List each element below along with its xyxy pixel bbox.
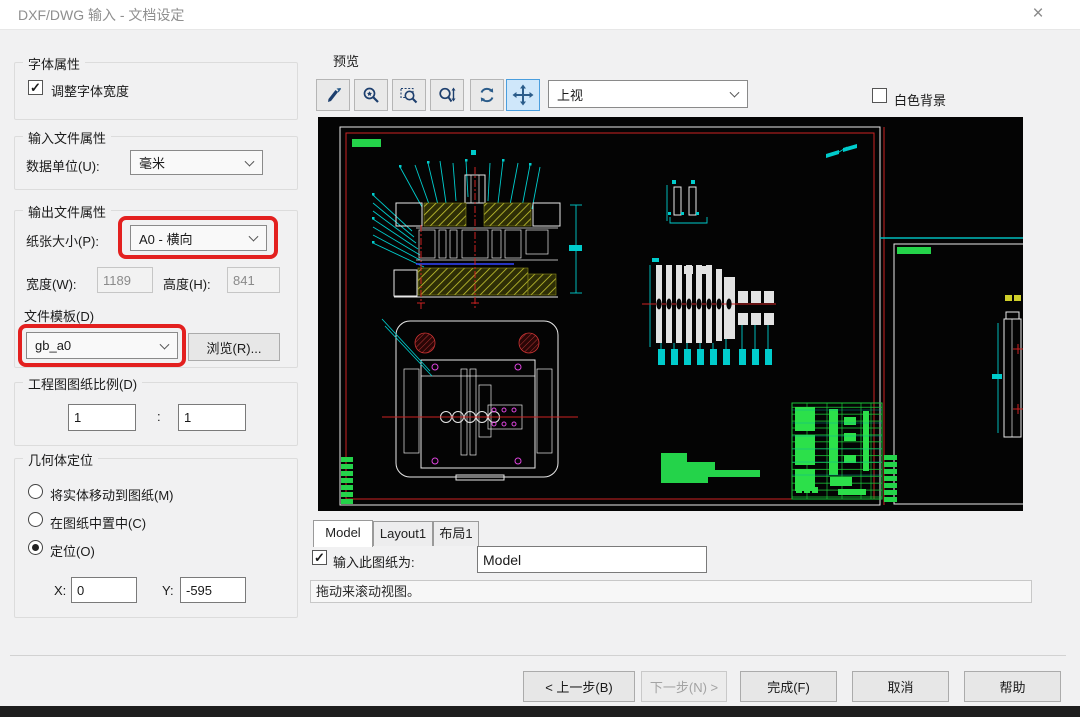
x-field[interactable] — [71, 577, 137, 603]
output-file-title: 输出文件属性 — [23, 202, 111, 221]
radio-position[interactable] — [28, 540, 43, 555]
data-units-select[interactable]: 毫米 — [130, 150, 263, 175]
paper-size-select[interactable]: A0 - 横向 — [130, 225, 267, 251]
browse-button[interactable]: 浏览(R)... — [188, 333, 280, 361]
dxf-dwg-import-dialog: DXF/DWG 输入 - 文档设定 × 字体属性 调整字体宽度 输入文件属性 数… — [0, 0, 1080, 717]
sheet-name-input[interactable] — [477, 546, 707, 573]
zoom-to-selection-icon — [323, 85, 343, 105]
view-orientation-value: 上视 — [557, 85, 583, 104]
zoom-in-out-icon — [437, 85, 457, 105]
zoom-to-fit-button[interactable] — [354, 79, 388, 111]
preview-drawing — [318, 117, 1023, 511]
radio-move-to-sheet-label: 将实体移动到图纸(M) — [50, 485, 174, 504]
close-icon[interactable]: × — [1020, 0, 1056, 30]
height-label: 高度(H): — [163, 274, 211, 293]
scale-separator: : — [157, 409, 161, 424]
zoom-to-area-icon — [399, 85, 419, 105]
chevron-down-icon — [160, 339, 170, 349]
zoom-to-area-button[interactable] — [392, 79, 426, 111]
refresh-view-button[interactable] — [470, 79, 504, 111]
screen-bottom-edge — [0, 706, 1080, 717]
y-field[interactable] — [180, 577, 246, 603]
next-button[interactable]: 下一步(N) > — [641, 671, 727, 702]
chevron-down-icon — [730, 88, 740, 98]
pan-button[interactable] — [506, 79, 540, 111]
zoom-to-fit-icon — [361, 85, 381, 105]
chevron-down-icon — [245, 156, 255, 166]
radio-position-label: 定位(O) — [50, 541, 95, 560]
chevron-down-icon — [249, 232, 259, 242]
width-field[interactable] — [97, 267, 153, 293]
adjust-font-width-checkbox[interactable] — [28, 80, 43, 95]
width-label: 宽度(W): — [26, 274, 77, 293]
data-units-label: 数据单位(U): — [26, 156, 100, 175]
back-button[interactable]: < 上一步(B) — [523, 671, 635, 702]
white-background-checkbox[interactable] — [872, 88, 887, 103]
paper-size-label: 纸张大小(P): — [26, 231, 99, 250]
data-units-value: 毫米 — [139, 153, 165, 172]
template-label: 文件模板(D) — [24, 306, 94, 325]
template-select[interactable]: gb_a0 — [26, 332, 178, 359]
paper-size-value: A0 - 横向 — [139, 229, 192, 248]
tab-model[interactable]: Model — [313, 520, 373, 547]
refresh-view-icon — [477, 85, 497, 105]
cancel-button[interactable]: 取消 — [852, 671, 949, 702]
y-label: Y: — [162, 583, 174, 598]
white-background-label: 白色背景 — [894, 90, 946, 109]
scale-group: 工程图图纸比例(D) — [14, 382, 298, 446]
adjust-font-width-label: 调整字体宽度 — [51, 81, 129, 100]
pan-icon — [512, 84, 534, 106]
radio-center-in-sheet-label: 在图纸中置中(C) — [50, 513, 146, 532]
scale-group-title: 工程图图纸比例(D) — [23, 374, 142, 393]
tab-layout1-cn[interactable]: 布局1 — [433, 521, 479, 546]
footer-separator — [10, 655, 1066, 656]
radio-center-in-sheet[interactable] — [28, 512, 43, 527]
font-properties-title: 字体属性 — [23, 54, 85, 73]
zoom-to-selection-button[interactable] — [316, 79, 350, 111]
zoom-in-out-button[interactable] — [430, 79, 464, 111]
scale-numerator-field[interactable] — [68, 404, 136, 431]
help-button[interactable]: 帮助 — [964, 671, 1061, 702]
input-file-title: 输入文件属性 — [23, 128, 111, 147]
status-bar: 拖动来滚动视图。 — [310, 580, 1032, 603]
radio-move-to-sheet[interactable] — [28, 484, 43, 499]
bom-table — [792, 403, 882, 499]
tab-layout1[interactable]: Layout1 — [373, 521, 433, 546]
scale-denominator-field[interactable] — [178, 404, 246, 431]
title-bar: DXF/DWG 输入 - 文档设定 × — [0, 0, 1080, 30]
import-sheet-checkbox[interactable] — [312, 550, 327, 565]
import-sheet-label: 输入此图纸为: — [333, 552, 415, 571]
position-group-title: 几何体定位 — [23, 450, 98, 469]
height-field[interactable] — [227, 267, 280, 293]
dialog-title: DXF/DWG 输入 - 文档设定 — [18, 0, 184, 30]
view-orientation-select[interactable]: 上视 — [548, 80, 748, 108]
preview-title: 预览 — [333, 51, 359, 70]
template-value: gb_a0 — [35, 338, 71, 353]
x-label: X: — [54, 583, 66, 598]
finish-button[interactable]: 完成(F) — [740, 671, 837, 702]
preview-drawing-canvas[interactable] — [318, 117, 1023, 511]
